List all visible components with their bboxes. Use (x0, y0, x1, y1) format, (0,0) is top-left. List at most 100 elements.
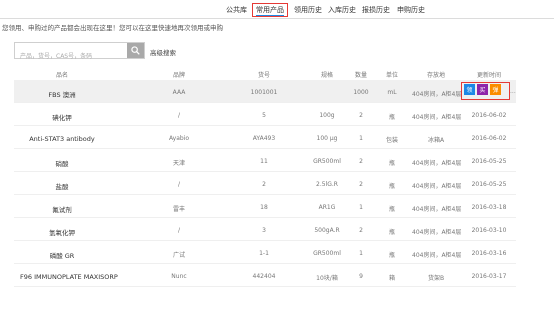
cell-date: 2016-06-02 (471, 135, 507, 142)
page-hint: 您领用、申购过的产品都会出现在这里！您可以在这里快速地再次领用或申购 (2, 24, 223, 32)
search-box (14, 42, 145, 64)
more-indicator: ... (510, 88, 516, 95)
cell-brand: 雷丰 (172, 206, 185, 213)
cell-qty: 2 (359, 112, 363, 119)
cell-date: 2016-03-16 (471, 250, 507, 257)
header-name: 品名 (55, 72, 68, 79)
table-row[interactable]: 氟试剂 雷丰 18 AR1G 1 瓶 404房间，A柜4层 2016-03-18 (14, 195, 516, 218)
cell-code: 442404 (252, 273, 276, 280)
table-row[interactable]: 碘化钾 / 5 100g 2 瓶 404房间，A柜4层 2016-06-02 (14, 103, 516, 126)
table-row[interactable]: 硝酸 天津 11 GR500ml 2 瓶 404房间，A柜4层 2016-05-… (14, 149, 516, 172)
cell-unit: 包装 (385, 137, 398, 144)
cell-brand: Nunc (171, 273, 187, 280)
cell-location: 货架B (427, 275, 445, 282)
cell-spec: 100 μg (316, 135, 338, 142)
cell-brand: / (177, 181, 181, 188)
cell-name: 氟试剂 (52, 206, 72, 214)
cell-code: AYA493 (252, 135, 276, 142)
cell-code: 2 (262, 181, 266, 188)
cell-unit: 瓶 (388, 160, 395, 167)
cell-brand: 天津 (172, 160, 185, 167)
cell-location: 404房间，A柜4层 (412, 160, 462, 167)
search-input[interactable] (15, 49, 127, 64)
cell-unit: 瓶 (388, 252, 395, 259)
cell-code: 1001001 (250, 89, 278, 96)
cell-date: 2016-06-02 (471, 112, 507, 119)
header-date: 更新时间 (476, 72, 501, 79)
tab-public-library[interactable]: 公共库 (226, 5, 247, 15)
table-row[interactable]: FBS 澳洲 AAA 1001001 1000 mL 404房间，A柜4层 领 … (14, 80, 516, 103)
cell-unit: 箱 (388, 275, 395, 282)
table-row[interactable]: 磷酸 GR 广试 1-1 GR500ml 1 瓶 404房间，A柜4层 2016… (14, 241, 516, 264)
advanced-search-link[interactable]: 高级搜索 (150, 47, 176, 57)
header-code: 货号 (257, 72, 270, 79)
cell-qty: 1 (359, 135, 363, 142)
header-brand: 品牌 (172, 72, 185, 79)
cell-qty: 1 (359, 250, 363, 257)
cell-code: 18 (260, 204, 268, 211)
cell-name: 碘化钾 (52, 114, 72, 122)
top-nav: 公共库 常用产品 领用历史 入库历史 报损历史 申购历史 (0, 0, 554, 20)
header-location: 存放地 (426, 72, 445, 79)
cell-qty: 2 (359, 158, 363, 165)
cell-location: 404房间，A柜4层 (412, 206, 462, 213)
cell-code: 11 (260, 158, 268, 165)
cell-unit: mL (387, 89, 397, 96)
cell-spec: 10块/箱 (316, 275, 338, 282)
cell-name: 盐酸 (55, 183, 69, 191)
cell-qty: 1000 (353, 89, 369, 96)
cell-date: 2016-03-10 (471, 227, 507, 234)
nav-divider (0, 18, 554, 19)
cell-spec: GR500ml (313, 250, 341, 257)
tab-loss-history[interactable]: 报损历史 (362, 5, 390, 15)
table-row[interactable]: F96 IMMUNOPLATE MAXISORP Nunc 442404 10块… (14, 264, 516, 287)
cell-name: 硝酸 (55, 160, 69, 168)
cell-brand: 广试 (172, 252, 185, 259)
buy-button[interactable]: 买 (477, 84, 488, 95)
cell-qty: 9 (359, 273, 363, 280)
cell-date: 2016-05-25 (471, 181, 507, 188)
cell-name: 氢氧化钾 (49, 229, 75, 237)
cell-location: 冰箱A (427, 137, 445, 144)
header-qty: 数量 (354, 72, 367, 79)
tab-frequent-products[interactable]: 常用产品 (252, 3, 288, 17)
cell-qty: 2 (359, 227, 363, 234)
cell-unit: 瓶 (388, 229, 395, 236)
cell-location: 404房间，A柜4层 (412, 229, 462, 236)
tab-purchase-history[interactable]: 申购历史 (397, 5, 425, 15)
cell-code: 5 (262, 112, 266, 119)
table-row[interactable]: Anti-STAT3 antibody Ayabio AYA493 100 μg… (14, 126, 516, 149)
popup-button[interactable]: 弹 (490, 84, 501, 95)
search-button[interactable] (127, 43, 144, 58)
tab-stock-in-history[interactable]: 入库历史 (328, 5, 356, 15)
table-row[interactable]: 盐酸 / 2 2.5lG.R 2 瓶 404房间，A柜4层 2016-05-25 (14, 172, 516, 195)
cell-unit: 瓶 (388, 206, 395, 213)
cell-location: 404房间，A柜4层 (412, 252, 462, 259)
cell-qty: 2 (359, 181, 363, 188)
cell-code: 1-1 (259, 250, 269, 257)
cell-name: FBS 澳洲 (48, 91, 76, 99)
cell-date: 2016-05-25 (471, 158, 507, 165)
cell-brand: AAA (172, 89, 186, 96)
header-unit: 单位 (385, 72, 398, 79)
cell-unit: 瓶 (388, 114, 395, 121)
cell-location: 404房间，A柜4层 (412, 183, 462, 190)
cell-name: F96 IMMUNOPLATE MAXISORP (20, 273, 118, 281)
header-spec: 规格 (320, 72, 333, 79)
cell-unit: 瓶 (388, 183, 395, 190)
use-button[interactable]: 领 (464, 84, 475, 95)
cell-spec: 2.5lG.R (316, 181, 338, 188)
table-row[interactable]: 氢氧化钾 / 3 500gA.R 2 瓶 404房间，A柜4层 2016-03-… (14, 218, 516, 241)
cell-code: 3 (262, 227, 266, 234)
table-header: 品名 品牌 货号 规格 数量 单位 存放地 更新时间 (14, 68, 516, 80)
cell-brand: / (177, 227, 181, 234)
cell-date: 2016-03-18 (471, 204, 507, 211)
cell-date: 2016-03-17 (471, 273, 507, 280)
tab-use-history[interactable]: 领用历史 (294, 5, 322, 15)
cell-brand: Ayabio (168, 135, 190, 142)
cell-spec: 500gA.R (314, 227, 340, 234)
cell-spec: GR500ml (313, 158, 341, 165)
cell-brand: / (177, 112, 181, 119)
cell-name: Anti-STAT3 antibody (29, 135, 95, 143)
cell-qty: 1 (359, 204, 363, 211)
